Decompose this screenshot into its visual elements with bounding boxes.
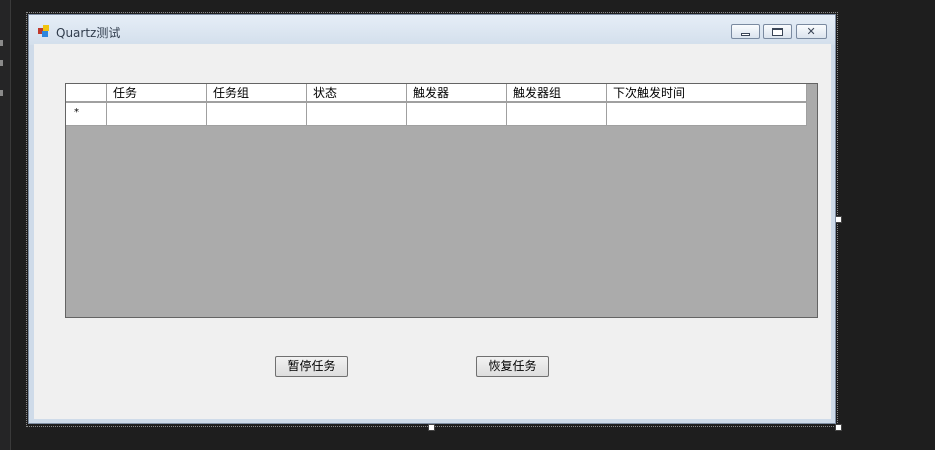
column-header-trigger-group[interactable]: 触发器组 <box>507 84 607 102</box>
grid-cell[interactable] <box>507 103 607 126</box>
close-icon: ✕ <box>806 24 816 38</box>
new-row-icon: * <box>74 107 79 118</box>
form-window: Quartz测试 ✕ 任务 任务组 状态 触发器 触发器组 下次触发时间 * 暂… <box>28 14 836 424</box>
close-button[interactable]: ✕ <box>796 24 827 39</box>
strip-mark <box>0 90 3 96</box>
grid-cell[interactable] <box>407 103 507 126</box>
resize-handle-right[interactable] <box>835 216 842 223</box>
minimize-icon <box>740 32 750 36</box>
column-header-next-fire-time[interactable]: 下次触发时间 <box>607 84 807 102</box>
strip-mark <box>0 60 3 66</box>
column-header-task-group[interactable]: 任务组 <box>207 84 307 102</box>
resize-handle-bottom[interactable] <box>428 424 435 431</box>
pause-task-button[interactable]: 暂停任务 <box>275 356 348 377</box>
resume-task-button[interactable]: 恢复任务 <box>476 356 549 377</box>
column-header-task[interactable]: 任务 <box>107 84 207 102</box>
column-header-trigger[interactable]: 触发器 <box>407 84 507 102</box>
app-icon <box>38 25 50 37</box>
maximize-button[interactable] <box>763 24 792 39</box>
grid-corner-header[interactable] <box>66 84 107 102</box>
grid-cell[interactable] <box>607 103 807 126</box>
grid-new-row[interactable]: * <box>66 103 807 126</box>
resize-handle-corner[interactable] <box>835 424 842 431</box>
grid-cell[interactable] <box>107 103 207 126</box>
window-title: Quartz测试 <box>56 26 121 40</box>
ide-toolbox-strip <box>0 0 11 450</box>
row-header[interactable]: * <box>66 103 107 126</box>
form-client-area: 任务 任务组 状态 触发器 触发器组 下次触发时间 * 暂停任务 恢复任务 <box>34 44 831 419</box>
column-header-status[interactable]: 状态 <box>307 84 407 102</box>
grid-header-row: 任务 任务组 状态 触发器 触发器组 下次触发时间 <box>66 84 807 103</box>
minimize-button[interactable] <box>731 24 760 39</box>
grid-cell[interactable] <box>207 103 307 126</box>
title-bar[interactable]: Quartz测试 ✕ <box>29 15 835 45</box>
maximize-icon <box>771 27 783 36</box>
strip-mark <box>0 40 3 46</box>
grid-cell[interactable] <box>307 103 407 126</box>
data-grid[interactable]: 任务 任务组 状态 触发器 触发器组 下次触发时间 * <box>65 83 818 318</box>
